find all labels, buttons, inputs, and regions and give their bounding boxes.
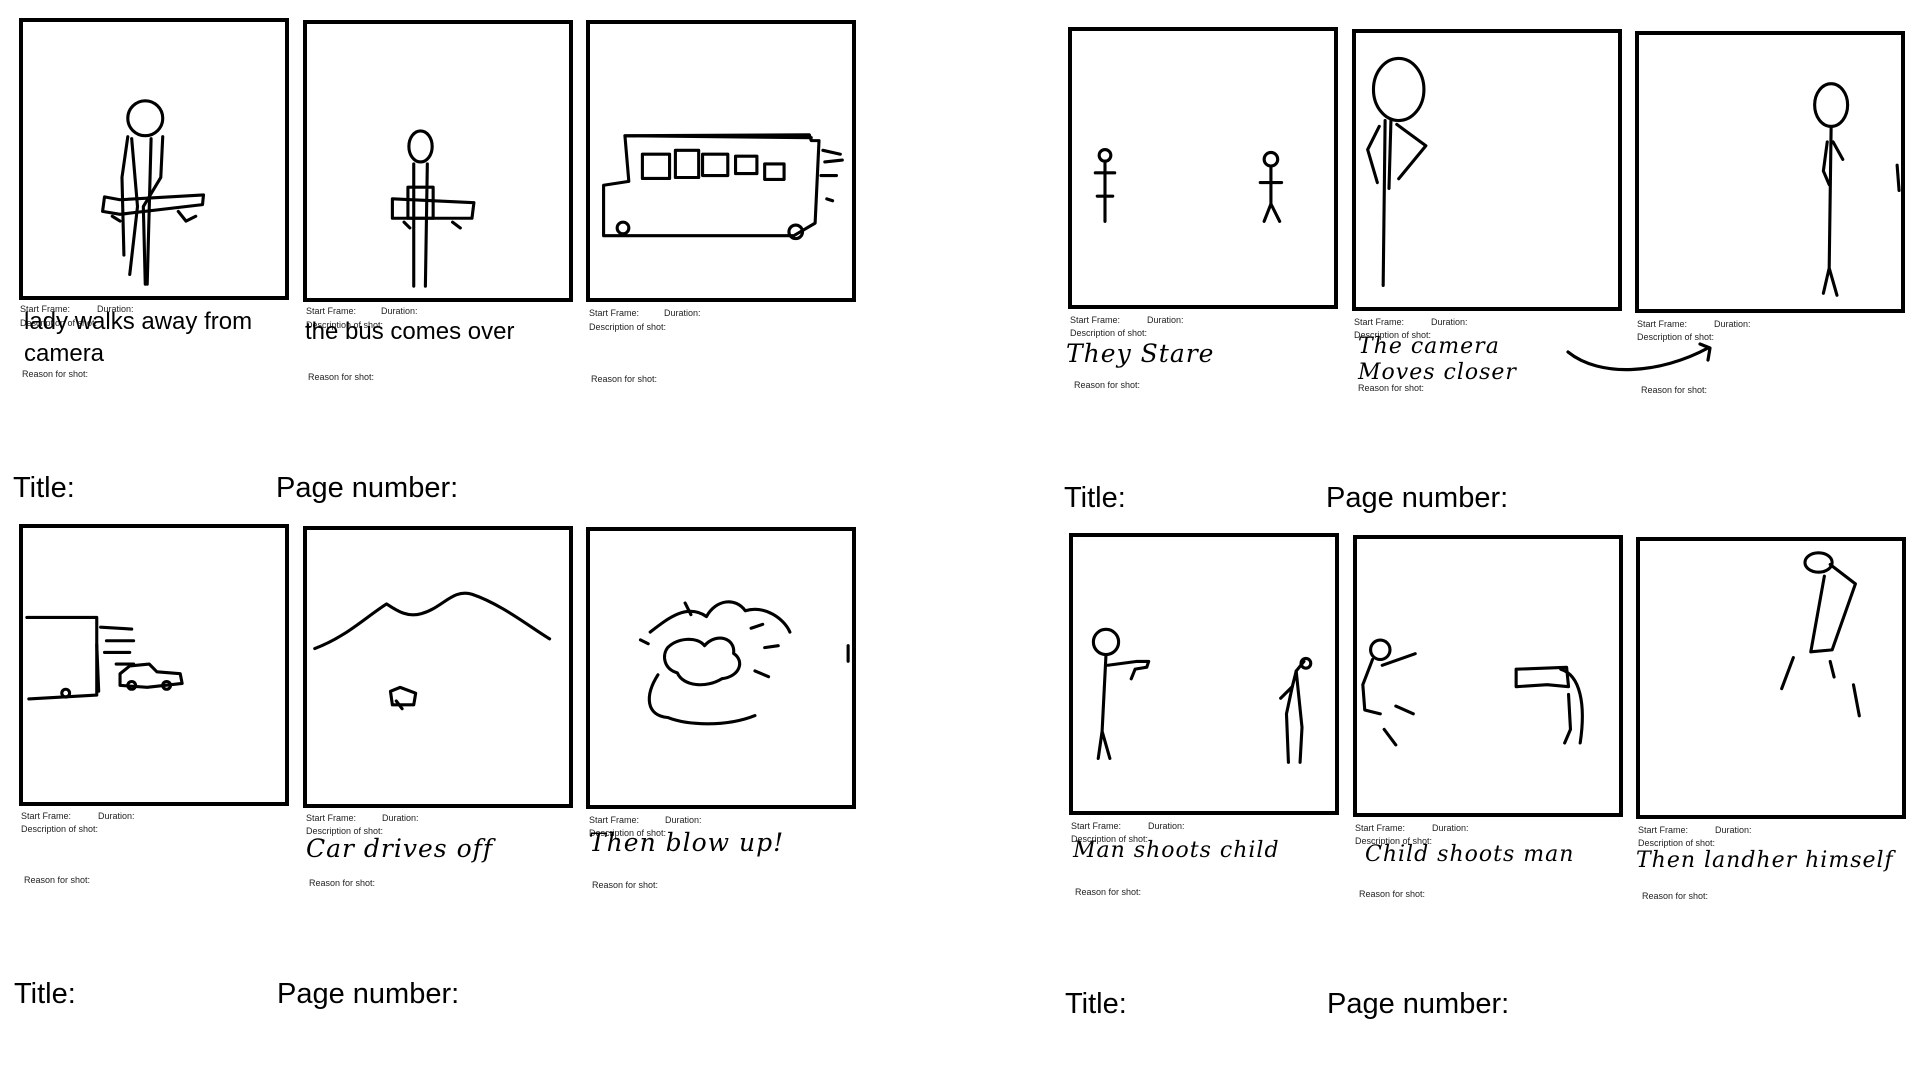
man-shoots-child-sketch (1091, 627, 1313, 764)
description-label: Description of shot: (1070, 328, 1148, 338)
start-frame-label: Start Frame: (1354, 317, 1405, 327)
start-frame-label: Start Frame: (1637, 319, 1688, 329)
panel-frame (586, 20, 856, 302)
panel-frame (19, 524, 289, 806)
panel-frame (303, 20, 573, 302)
reason-label: Reason for shot: (1359, 889, 1426, 899)
truck-and-car-sketch (25, 615, 184, 701)
duration-label: Duration: (1147, 315, 1184, 325)
duration-label: Duration: (665, 815, 702, 825)
panel-frame (1069, 533, 1339, 815)
panel-frame (19, 18, 289, 300)
shot-description: Then blow up! (589, 828, 785, 857)
sheet-title-label: Title: (14, 978, 76, 1010)
panel-frame (586, 527, 856, 809)
shot-description: Child shoots man (1365, 842, 1575, 867)
shot-description: The camera Moves closer (1358, 334, 1517, 385)
duration-label: Duration: (1431, 317, 1468, 327)
reason-label: Reason for shot: (591, 374, 658, 384)
page-number-label: Page number: (1327, 988, 1510, 1020)
reason-label: Reason for shot: (22, 369, 89, 379)
duration-label: Duration: (1432, 823, 1469, 833)
standing-figure-sketch (1813, 82, 1901, 297)
shot-description: Then landher himself (1636, 848, 1894, 873)
start-frame-label: Start Frame: (1638, 825, 1689, 835)
panel-frame (1068, 27, 1338, 309)
description-label: Description of shot: (21, 824, 99, 834)
duration-label: Duration: (1148, 821, 1185, 831)
reason-label: Reason for shot: (24, 875, 91, 885)
start-frame-label: Start Frame: (1070, 315, 1121, 325)
sheet-title-label: Title: (1064, 482, 1126, 514)
panel-frame (1635, 31, 1905, 313)
start-frame-label: Start Frame: (1071, 821, 1122, 831)
duration-label: Duration: (664, 308, 701, 318)
duration-label: Duration: (382, 813, 419, 823)
explosion-sketch (638, 600, 850, 726)
duration-label: Duration: (1715, 825, 1752, 835)
page-number-label: Page number: (1326, 482, 1509, 514)
description-label: Description of shot: (1637, 332, 1715, 342)
start-frame-label: Start Frame: (306, 306, 357, 316)
figure-with-bus-sketch (390, 129, 476, 288)
two-stick-figures-sketch (1093, 148, 1284, 223)
reason-label: Reason for shot: (1358, 383, 1425, 393)
reason-label: Reason for shot: (592, 880, 659, 890)
bus-sketch (602, 133, 844, 241)
reason-label: Reason for shot: (309, 878, 376, 888)
reason-label: Reason for shot: (1641, 385, 1708, 395)
duration-label: Duration: (98, 811, 135, 821)
reason-label: Reason for shot: (1642, 891, 1709, 901)
sheet-title-label: Title: (1065, 988, 1127, 1020)
car-under-mountain-sketch (313, 591, 552, 711)
description-label: Description of shot: (589, 322, 667, 332)
shot-description: They Stare (1066, 339, 1215, 368)
duration-label: Duration: (381, 306, 418, 316)
sheet-title-label: Title: (13, 472, 75, 504)
start-frame-label: Start Frame: (1355, 823, 1406, 833)
child-shoots-man-sketch (1361, 638, 1584, 747)
description-label: Description of shot: (1638, 838, 1716, 848)
shot-description: lady walks away from camera (24, 308, 253, 367)
page-number-label: Page number: (277, 978, 460, 1010)
duration-label: Duration: (1714, 319, 1751, 329)
shot-description: Car drives off (306, 834, 494, 863)
panel-frame (303, 526, 573, 808)
start-frame-label: Start Frame: (589, 308, 640, 318)
falling-figure-sketch (1780, 551, 1861, 718)
closeup-figure-sketch (1366, 56, 1428, 288)
reason-label: Reason for shot: (308, 372, 375, 382)
reason-label: Reason for shot: (1074, 380, 1141, 390)
reason-label: Reason for shot: (1075, 887, 1142, 897)
start-frame-label: Start Frame: (21, 811, 72, 821)
woman-walking-away-sketch (101, 99, 206, 286)
shot-description: the bus comes over (305, 318, 515, 345)
page-number-label: Page number: (276, 472, 459, 504)
panel-frame (1636, 537, 1906, 819)
start-frame-label: Start Frame: (306, 813, 357, 823)
start-frame-label: Start Frame: (589, 815, 640, 825)
panel-frame (1352, 29, 1622, 311)
panel-frame (1353, 535, 1623, 817)
shot-description: Man shoots child (1073, 838, 1280, 863)
